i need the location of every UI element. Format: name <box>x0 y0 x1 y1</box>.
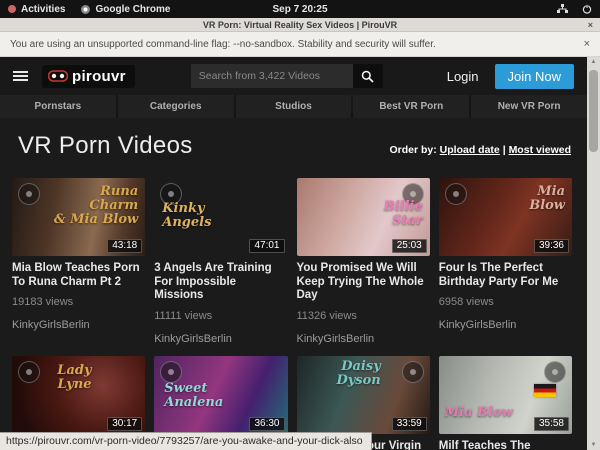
search-bar <box>191 64 383 88</box>
app-indicator[interactable]: Google Chrome <box>81 4 170 15</box>
video-views: 6958 views <box>439 296 572 308</box>
video-title[interactable]: Mia Blow Teaches Porn To Runa Charm Pt 2 <box>12 262 145 289</box>
nav-item-best-vr[interactable]: Best VR Porn <box>351 95 469 118</box>
video-thumbnail[interactable]: Lady Lyne 30:17 <box>12 356 145 434</box>
thumbnail-overlay-text: Kinky Angels <box>162 202 211 230</box>
browser-viewport: pirouvr Login Join Now Pornstars Categor… <box>0 57 600 450</box>
studio-logo-icon <box>402 361 424 383</box>
hamburger-menu-icon[interactable] <box>13 71 28 81</box>
join-now-button[interactable]: Join Now <box>495 64 574 89</box>
video-thumbnail[interactable]: Mia Blow 35:58 <box>439 356 572 434</box>
video-studio-link[interactable]: KinkyGirlsBerlin <box>297 333 430 345</box>
search-button[interactable] <box>353 64 383 88</box>
thumbnail-overlay-text: Mia Blow <box>445 406 513 420</box>
chrome-icon <box>81 5 90 14</box>
site-header: pirouvr Login Join Now <box>0 57 587 95</box>
warning-text: You are using an unsupported command-lin… <box>10 39 436 50</box>
video-card[interactable]: Mia Blow 39:36 Four Is The Perfect Birth… <box>439 178 572 345</box>
clock[interactable]: Sep 7 20:25 <box>272 4 327 15</box>
video-title[interactable]: 3 Angels Are Training For Impossible Mis… <box>154 262 287 303</box>
scroll-down-icon[interactable]: ▼ <box>591 440 597 450</box>
video-thumbnail[interactable]: Sweet Analena 36:30 <box>154 356 287 434</box>
video-card[interactable]: Runa Charm & Mia Blow 43:18 Mia Blow Tea… <box>12 178 145 345</box>
video-views: 11326 views <box>297 310 430 322</box>
chrome-warning-bar: You are using an unsupported command-lin… <box>0 32 600 57</box>
thumbnail-overlay-text: Lady Lyne <box>57 364 91 392</box>
video-thumbnail[interactable]: Runa Charm & Mia Blow 43:18 <box>12 178 145 256</box>
duration-badge: 25:03 <box>392 239 427 253</box>
thumbnail-overlay-text: Mia Blow <box>529 185 565 213</box>
video-thumbnail[interactable]: Daisy Dyson 33:59 <box>297 356 430 434</box>
network-icon[interactable] <box>557 4 568 14</box>
search-icon <box>361 70 374 83</box>
web-page: pirouvr Login Join Now Pornstars Categor… <box>0 57 587 450</box>
order-upload-date-link[interactable]: Upload date <box>440 144 500 156</box>
studio-logo-icon <box>544 361 566 383</box>
duration-badge: 36:30 <box>249 417 284 431</box>
video-card[interactable]: Mia Blow 35:58 Milf Teaches The Teacher … <box>439 356 572 450</box>
video-thumbnail[interactable]: Billie Star 25:03 <box>297 178 430 256</box>
status-url-tooltip: https://pirouvr.com/vr-porn-video/779325… <box>0 432 372 450</box>
page-title: VR Porn Videos <box>18 132 193 160</box>
studio-logo-icon <box>445 183 467 205</box>
duration-badge: 39:36 <box>534 239 569 253</box>
order-by-label: Order by: <box>389 144 436 156</box>
video-title[interactable]: You Promised We Will Keep Trying The Who… <box>297 262 430 303</box>
studio-logo-icon <box>160 361 182 383</box>
video-title[interactable]: Milf Teaches The Teacher Some Practical … <box>439 440 572 450</box>
nav-item-pornstars[interactable]: Pornstars <box>0 95 116 118</box>
nav-item-studios[interactable]: Studios <box>234 95 352 118</box>
login-link[interactable]: Login <box>447 69 479 84</box>
studio-logo-icon <box>18 361 40 383</box>
order-separator: | <box>503 144 506 156</box>
duration-badge: 43:18 <box>107 239 142 253</box>
app-name-label: Google Chrome <box>95 4 170 15</box>
duration-badge: 35:58 <box>534 417 569 431</box>
distro-icon <box>8 5 16 13</box>
power-icon[interactable] <box>582 4 592 14</box>
video-views: 11111 views <box>154 310 287 322</box>
vr-goggles-icon <box>48 70 68 82</box>
activities-button[interactable]: Activities <box>8 4 65 15</box>
system-top-bar: Activities Google Chrome Sep 7 20:25 <box>0 0 600 18</box>
video-card[interactable]: Billie Star 25:03 You Promised We Will K… <box>297 178 430 345</box>
logo-text: pirouvr <box>72 68 126 85</box>
order-by: Order by: Upload date | Most viewed <box>389 144 571 160</box>
thumbnail-overlay-text: Daisy Dyson <box>336 360 380 388</box>
tab-close-icon[interactable]: × <box>588 20 593 30</box>
scroll-up-icon[interactable]: ▲ <box>591 57 597 67</box>
thumbnail-overlay-text: Billie Star <box>384 200 423 228</box>
video-card[interactable]: Kinky Angels 47:01 3 Angels Are Training… <box>154 178 287 345</box>
video-thumbnail[interactable]: Kinky Angels 47:01 <box>154 178 287 256</box>
duration-badge: 30:17 <box>107 417 142 431</box>
german-flag-icon <box>534 384 556 397</box>
video-thumbnail[interactable]: Mia Blow 39:36 <box>439 178 572 256</box>
video-title[interactable]: Four Is The Perfect Birthday Party For M… <box>439 262 572 289</box>
thumbnail-overlay-text: Runa Charm & Mia Blow <box>54 185 138 227</box>
order-most-viewed-link[interactable]: Most viewed <box>509 144 571 156</box>
video-studio-link[interactable]: KinkyGirlsBerlin <box>439 319 572 331</box>
thumbnail-overlay-text: Sweet Analena <box>164 382 223 410</box>
browser-scrollbar[interactable]: ▲ ▼ <box>587 57 600 450</box>
main-nav: Pornstars Categories Studios Best VR Por… <box>0 95 587 118</box>
warning-close-icon[interactable]: × <box>584 38 590 50</box>
video-studio-link[interactable]: KinkyGirlsBerlin <box>154 333 287 345</box>
site-logo[interactable]: pirouvr <box>42 65 135 88</box>
nav-item-categories[interactable]: Categories <box>116 95 234 118</box>
duration-badge: 47:01 <box>249 239 284 253</box>
video-grid: Runa Charm & Mia Blow 43:18 Mia Blow Tea… <box>0 172 587 450</box>
video-views: 19183 views <box>12 296 145 308</box>
nav-item-new-vr[interactable]: New VR Porn <box>469 95 587 118</box>
search-input[interactable] <box>191 64 353 88</box>
window-title: VR Porn: Virtual Reality Sex Videos | Pi… <box>203 20 397 30</box>
scrollbar-thumb[interactable] <box>589 70 598 152</box>
window-title-bar: VR Porn: Virtual Reality Sex Videos | Pi… <box>0 18 600 32</box>
duration-badge: 33:59 <box>392 417 427 431</box>
video-studio-link[interactable]: KinkyGirlsBerlin <box>12 319 145 331</box>
studio-logo-icon <box>18 183 40 205</box>
activities-label: Activities <box>21 4 65 15</box>
